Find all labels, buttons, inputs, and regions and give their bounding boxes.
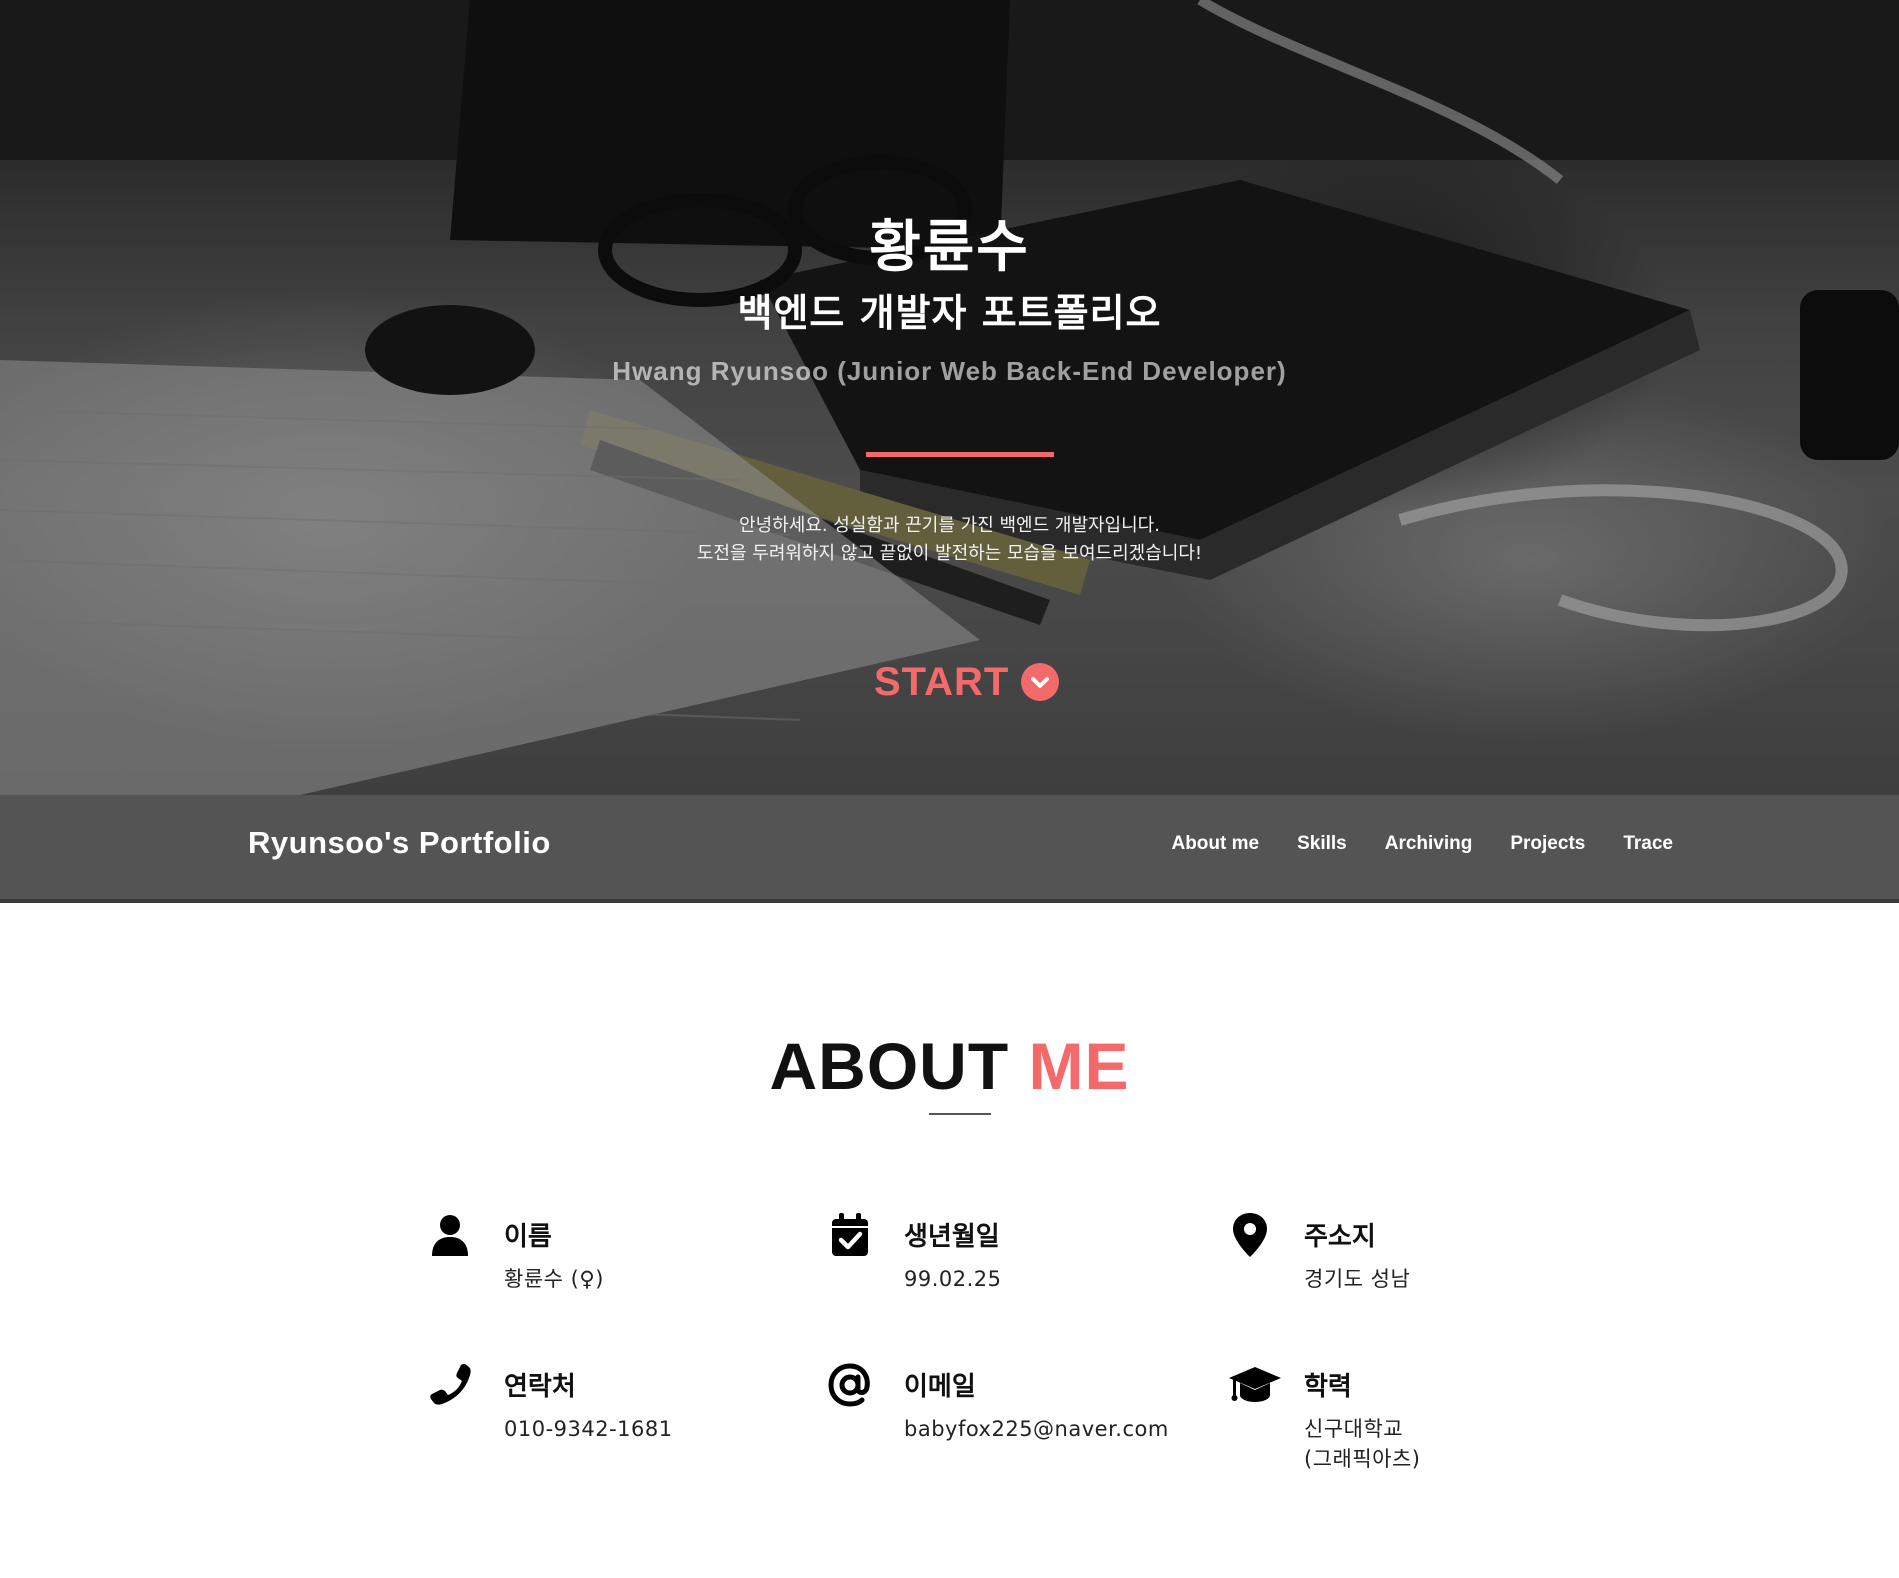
hero-subtitle: 백엔드 개발자 포트폴리오 [737, 291, 1162, 335]
info-education-school: 신구대학교 [1304, 1417, 1404, 1441]
info-education-major: (그래픽아츠) [1304, 1447, 1421, 1471]
info-phone-label: 연락처 [504, 1372, 576, 1402]
nav-links: About me Skills Archiving Projects Trace [1171, 833, 1673, 855]
graduation-cap-icon [1228, 1362, 1282, 1408]
info-birthdate-label: 생년월일 [904, 1222, 1000, 1252]
info-address: 주소지 경기도 성남 [1228, 1212, 1588, 1332]
info-email-value[interactable]: babyfox225@naver.com [904, 1414, 1169, 1444]
hero-intro: 안녕하세요. 성실함과 끈기를 가진 백엔드 개발자입니다. 도전을 두려워하지… [0, 512, 1899, 568]
nav-link-archiving[interactable]: Archiving [1385, 833, 1473, 855]
user-icon [428, 1212, 472, 1258]
info-education-value: 신구대학교 (그래픽아츠) [1304, 1414, 1421, 1474]
hero-name: 황륜수 [869, 215, 1030, 280]
info-email: 이메일 babyfox225@naver.com [828, 1362, 1188, 1482]
info-email-label: 이메일 [904, 1372, 976, 1402]
hero-divider [866, 452, 1054, 457]
info-education: 학력 신구대학교 (그래픽아츠) [1228, 1362, 1588, 1482]
map-pin-icon [1228, 1212, 1272, 1258]
info-name-value: 황륜수 (♀) [504, 1267, 604, 1291]
about-title: ABOUT ME [0, 1028, 1899, 1104]
info-phone-value[interactable]: 010-9342-1681 [504, 1414, 673, 1444]
start-button-label: START [874, 659, 1010, 704]
calendar-check-icon [828, 1212, 872, 1258]
brand-link[interactable]: Ryunsoo's Portfolio [248, 825, 551, 861]
about-divider [929, 1113, 991, 1115]
about-title-main: ABOUT [769, 1029, 1010, 1103]
navbar: Ryunsoo's Portfolio About me Skills Arch… [0, 795, 1899, 903]
start-button[interactable]: START [874, 656, 1060, 708]
nav-link-projects[interactable]: Projects [1510, 833, 1585, 855]
nav-link-skills[interactable]: Skills [1297, 833, 1347, 855]
info-address-value: 경기도 성남 [1304, 1267, 1411, 1291]
chevron-down-circle-icon [1021, 663, 1060, 701]
phone-icon [428, 1362, 472, 1408]
hero-content: 황륜수 백엔드 개발자 포트폴리오 Hwang Ryunsoo (Junior … [0, 0, 1899, 795]
info-birthdate: 생년월일 99.02.25 [828, 1212, 1188, 1332]
info-name-label: 이름 [504, 1222, 552, 1252]
hero-intro-line-2: 도전을 두려워하지 않고 끝없이 발전하는 모습을 보여드리겠습니다! [696, 543, 1203, 564]
info-address-label: 주소지 [1304, 1222, 1376, 1252]
hero-intro-line-1: 안녕하세요. 성실함과 끈기를 가진 백엔드 개발자입니다. [739, 515, 1160, 536]
info-name: 이름 황륜수 (♀) [428, 1212, 788, 1332]
info-education-label: 학력 [1304, 1372, 1352, 1402]
info-phone: 연락처 010-9342-1681 [428, 1362, 788, 1482]
hero-english-title: Hwang Ryunsoo (Junior Web Back-End Devel… [612, 356, 1287, 386]
nav-link-trace[interactable]: Trace [1623, 833, 1673, 855]
hero-section: 황륜수 백엔드 개발자 포트폴리오 Hwang Ryunsoo (Junior … [0, 0, 1899, 795]
nav-link-about-me[interactable]: About me [1171, 833, 1259, 855]
at-sign-icon [828, 1362, 872, 1408]
info-birthdate-value: 99.02.25 [904, 1267, 1002, 1291]
about-title-accent: ME [1028, 1029, 1130, 1103]
